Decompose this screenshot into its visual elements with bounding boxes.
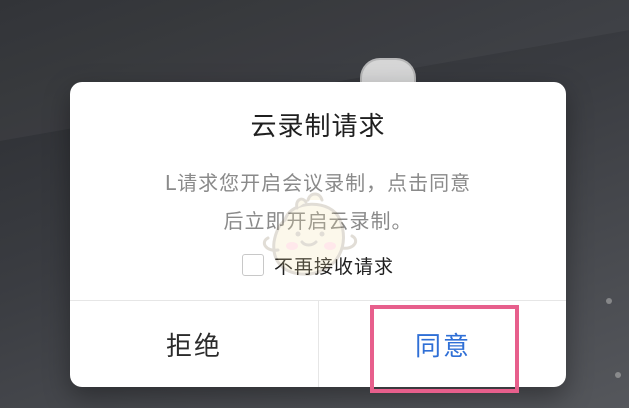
cloud-recording-request-dialog: 云录制请求 L请求您开启会议录制，点击同意 后立即开启云录制。 不再接收请求 拒… [70,82,566,387]
dialog-message-line-1: L请求您开启会议录制，点击同意 [164,171,472,195]
do-not-receive-label: 不再接收请求 [273,255,394,278]
reject-button[interactable]: 拒绝 [70,301,318,387]
do-not-receive-row[interactable]: 不再接收请求 [70,248,566,282]
dialog-message-line-2: 后立即开启云录制。 [223,209,413,233]
background-dot [606,298,612,304]
dialog-message: L请求您开启会议录制，点击同意 后立即开启云录制。 [140,164,496,240]
agree-button[interactable]: 同意 [319,301,566,387]
dialog-title: 云录制请求 [250,112,386,142]
background-dot [615,372,621,378]
do-not-receive-checkbox[interactable] [241,254,264,276]
